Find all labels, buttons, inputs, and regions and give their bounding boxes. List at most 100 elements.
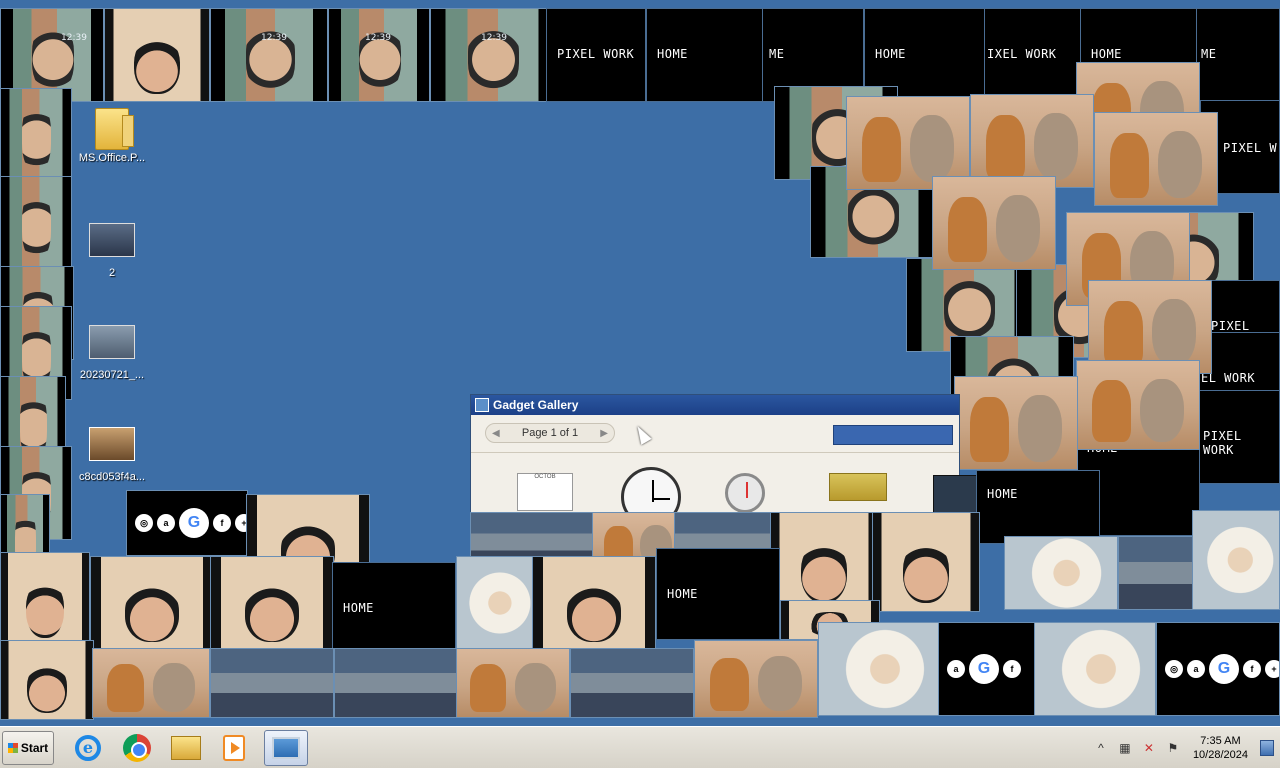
browser-shortcuts: a G f <box>947 654 1021 684</box>
desktop-icon-ms-office-folder[interactable]: MS.Office.P... <box>72 108 152 164</box>
google-icon[interactable]: G <box>969 654 999 684</box>
window-tile[interactable]: PIXEL WORK <box>546 8 646 102</box>
window-tile[interactable]: HOME <box>976 470 1100 544</box>
desktop-icon-label: c8cd053f4a... <box>78 471 146 483</box>
time-text: 12:39 <box>481 33 507 43</box>
window-tile[interactable]: HOME <box>332 562 456 654</box>
clock-date: 10/28/2024 <box>1192 749 1248 761</box>
window-tile[interactable]: HOME <box>656 548 780 640</box>
window-tile[interactable] <box>1076 360 1200 450</box>
window-tile[interactable] <box>932 176 1056 270</box>
window-tile[interactable] <box>954 376 1078 470</box>
amazon-icon[interactable]: a <box>1187 660 1205 678</box>
window-tile[interactable]: a G f <box>938 622 1038 716</box>
chrome-small-icon[interactable]: ◎ <box>1165 660 1183 678</box>
taskbar-remote-desktop[interactable] <box>264 730 308 766</box>
window-tile[interactable] <box>770 512 878 612</box>
window-tile[interactable] <box>0 88 72 182</box>
desktop-icon-image-2[interactable]: 2 <box>72 220 152 279</box>
picture-puzzle-gadget-icon[interactable] <box>829 473 887 513</box>
taskbar-media-player[interactable] <box>212 730 256 766</box>
window-tile[interactable]: PIXEL WORK <box>1196 390 1280 484</box>
window-tile[interactable]: IXEL WORK <box>984 8 1084 102</box>
amazon-icon[interactable]: a <box>947 660 965 678</box>
folder-icon <box>171 736 201 760</box>
window-tile[interactable]: ME <box>1196 8 1280 102</box>
desktop-icon-video-c8cd053f4a[interactable]: c8cd053f4a... <box>72 424 152 483</box>
gadget-gallery-titlebar[interactable]: Gadget Gallery <box>471 395 959 415</box>
pixel-work-text: PIXEL WORK <box>557 47 635 61</box>
google-icon[interactable]: G <box>179 508 209 538</box>
gadget-gallery-title: Gadget Gallery <box>493 398 579 412</box>
time-text: 12:39 <box>365 33 391 43</box>
next-page-icon[interactable]: ▶ <box>600 428 608 439</box>
window-tile[interactable] <box>104 8 210 102</box>
window-tile[interactable] <box>1094 112 1218 206</box>
start-label: Start <box>20 741 49 755</box>
window-tile[interactable] <box>1034 622 1156 716</box>
window-tile[interactable]: 12:39 <box>430 8 554 102</box>
window-tile[interactable] <box>1192 510 1280 610</box>
volume-muted-icon[interactable]: ✕ <box>1141 740 1157 756</box>
gadget-gallery-window[interactable]: Gadget Gallery ◀ Page 1 of 1 ▶ OCTOB <box>470 394 983 527</box>
taskbar-internet-explorer[interactable]: e <box>66 730 110 766</box>
remote-desktop-icon <box>272 737 300 759</box>
window-tile[interactable] <box>210 556 334 650</box>
home-text: HOME <box>343 601 374 615</box>
home-text: HOME <box>987 487 1018 501</box>
window-tile[interactable] <box>1118 536 1196 610</box>
show-hidden-icons-button[interactable]: ^ <box>1093 740 1109 756</box>
window-tile[interactable]: 12:39 <box>328 8 430 102</box>
window-tile[interactable] <box>456 648 570 718</box>
taskbar-google-chrome[interactable] <box>115 730 159 766</box>
window-tile[interactable] <box>694 640 818 718</box>
window-tile[interactable] <box>570 648 694 718</box>
window-tile[interactable] <box>456 556 536 650</box>
cpu-meter-gadget-icon[interactable] <box>725 473 781 513</box>
action-center-flag-icon[interactable]: ⚑ <box>1165 740 1181 756</box>
gadget-list: OCTOB <box>471 455 983 527</box>
video-file-icon <box>88 427 136 467</box>
taskbar-clock[interactable]: 7:35 AM 10/28/2024 <box>1189 734 1252 762</box>
amazon-icon[interactable]: a <box>157 514 175 532</box>
window-tile[interactable] <box>92 648 210 718</box>
window-tile[interactable] <box>0 176 72 270</box>
previous-page-icon[interactable]: ◀ <box>492 428 500 439</box>
window-tile[interactable] <box>334 648 458 718</box>
window-tile[interactable] <box>970 94 1094 188</box>
window-tile[interactable] <box>532 556 656 650</box>
desktop-icon-label: 2 <box>108 267 116 279</box>
page-navigator: ◀ Page 1 of 1 ▶ <box>485 423 615 443</box>
window-tile[interactable]: HOME <box>646 8 770 102</box>
facebook-icon[interactable]: f <box>1003 660 1021 678</box>
window-tile[interactable] <box>0 552 90 646</box>
window-tile[interactable] <box>872 512 980 612</box>
window-tile[interactable] <box>818 622 940 716</box>
facebook-icon[interactable]: f <box>213 514 231 532</box>
window-tile[interactable]: 12:39 <box>210 8 328 102</box>
window-tile[interactable] <box>90 556 214 650</box>
more-shortcuts-icon[interactable]: + <box>1265 660 1279 678</box>
taskbar-windows-explorer[interactable] <box>164 730 208 766</box>
show-desktop-button[interactable] <box>1260 740 1274 756</box>
chrome-small-icon[interactable]: ◎ <box>135 514 153 532</box>
clock-gadget-icon[interactable] <box>621 467 681 527</box>
calendar-month: OCTOB <box>517 473 573 511</box>
window-tile[interactable] <box>0 640 94 720</box>
calendar-gadget-icon[interactable]: OCTOB <box>517 473 573 513</box>
desktop-icon-image-20230721[interactable]: 20230721_... <box>72 322 152 381</box>
window-tile[interactable]: ◎ a G f + <box>126 490 248 556</box>
network-icon[interactable]: ▦ <box>1117 740 1133 756</box>
search-gadgets-input[interactable] <box>833 425 953 445</box>
window-tile[interactable]: ◎ a G f + <box>1156 622 1280 716</box>
facebook-icon[interactable]: f <box>1243 660 1261 678</box>
media-player-icon <box>223 735 245 761</box>
home-text: HOME <box>657 47 688 61</box>
google-icon[interactable]: G <box>1209 654 1239 684</box>
system-tray: ^ ▦ ✕ ⚑ 7:35 AM 10/28/2024 <box>1093 727 1280 768</box>
desktop[interactable]: 12:39 12:39 12:39 12:39 PIXEL WORK HOME … <box>0 0 1280 726</box>
window-tile[interactable] <box>1004 536 1118 610</box>
time-text: 12:39 <box>61 33 87 43</box>
start-button[interactable]: Start <box>2 731 54 765</box>
window-tile[interactable] <box>210 648 334 718</box>
